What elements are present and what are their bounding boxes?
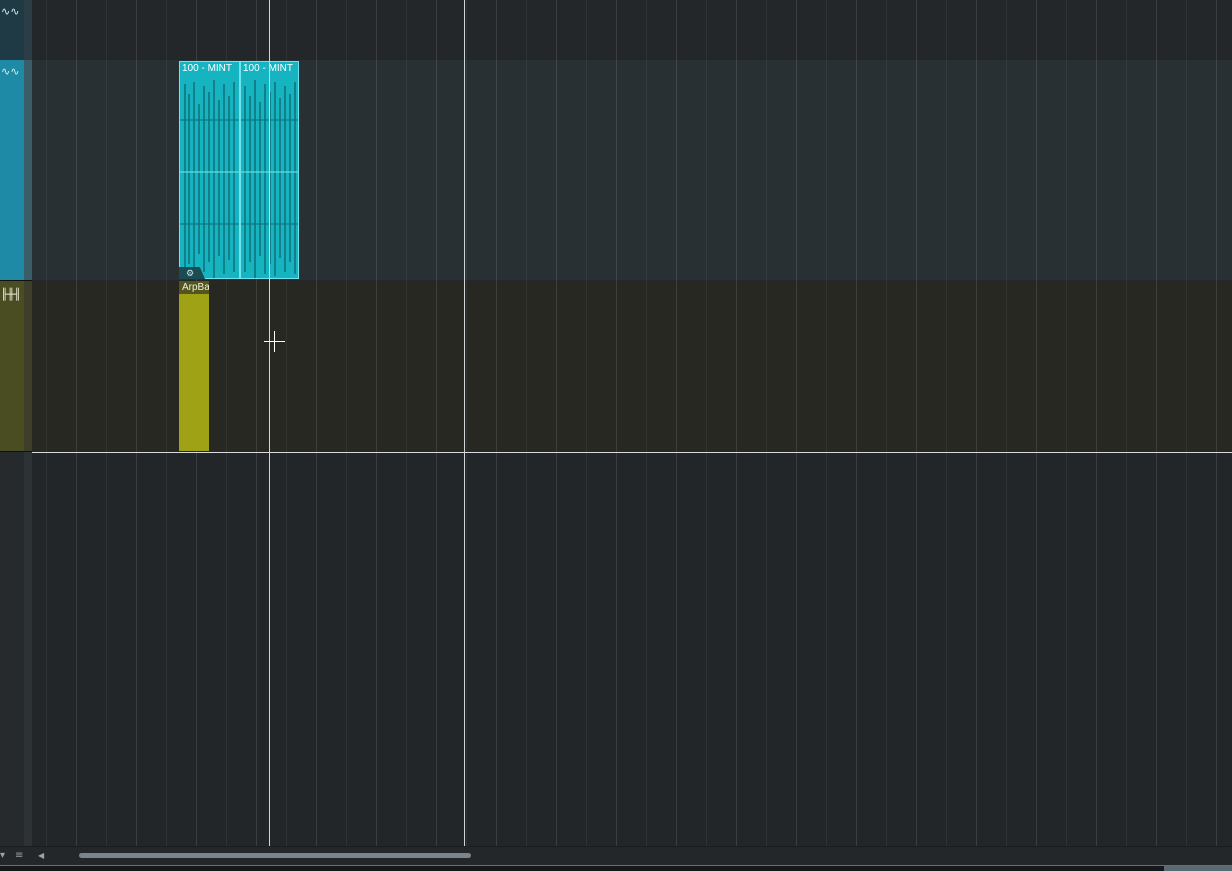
waveform-icon: ∿∿ — [1, 65, 20, 78]
clip-label: 100 - MINT — [182, 63, 233, 74]
arrange-view: ∿∿ ∿∿ ╟╫╢ 100 - MINT 100 - MINT ⚙ ArpBa … — [0, 0, 1232, 871]
waveform-display — [241, 80, 298, 278]
track-lane-1[interactable] — [32, 0, 1232, 60]
waveform-icon: ∿∿ — [1, 5, 20, 18]
clip-label: ArpBa — [182, 282, 209, 293]
track-end-line — [32, 452, 1232, 453]
chevron-down-icon[interactable]: ▾ — [0, 848, 5, 864]
crosshair-cursor-icon — [264, 331, 285, 352]
clip-label: 100 - MINT — [243, 63, 294, 74]
empty-lane-area[interactable] — [32, 452, 1232, 846]
waveform-display — [180, 80, 239, 278]
horizontal-scroll-thumb[interactable] — [79, 853, 471, 858]
instrument-clip[interactable]: ArpBa — [179, 281, 209, 451]
audio-clip-1[interactable]: 100 - MINT — [179, 61, 240, 279]
resize-handle[interactable] — [1164, 866, 1232, 871]
menu-icon[interactable]: ≡ — [15, 848, 23, 864]
track-header-empty — [0, 452, 32, 846]
mouse-position-line — [269, 0, 270, 846]
horizontal-scrollbar-area: ▾ ≡ ◀ — [0, 846, 1232, 866]
scroll-left-icon[interactable]: ◀ — [38, 848, 44, 864]
track-header-3[interactable]: ╟╫╢ — [0, 281, 32, 452]
track-header-1[interactable]: ∿∿ — [0, 0, 32, 61]
track-lane-3[interactable] — [32, 281, 1232, 451]
status-strip — [0, 865, 1232, 871]
keyboard-icon: ╟╫╢ — [1, 288, 21, 301]
track-header-2[interactable]: ∿∿ — [0, 60, 32, 281]
playhead-cursor[interactable] — [464, 0, 465, 846]
